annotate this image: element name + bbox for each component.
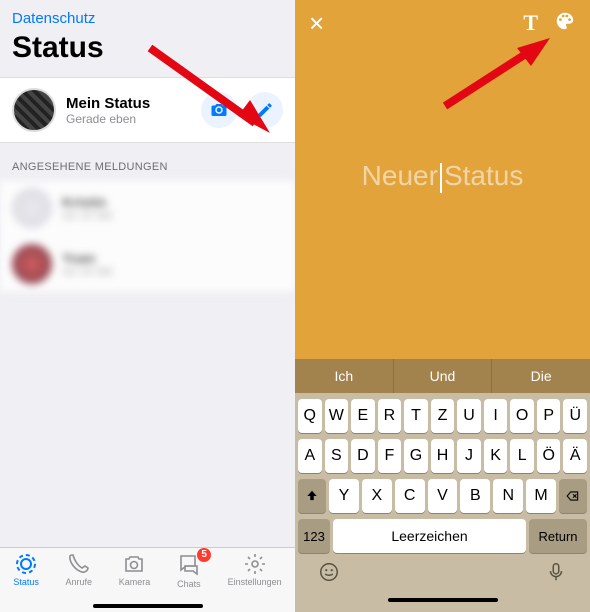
my-status-text: Mein Status Gerade eben — [66, 95, 150, 126]
text-cursor — [440, 163, 442, 193]
suggestion[interactable]: Und — [394, 359, 493, 393]
shift-icon — [305, 489, 319, 503]
avatar — [12, 88, 56, 132]
text-status-screen: × T NeuerStatus Ich Und Die QWERTZUIOPÜ … — [295, 0, 590, 612]
section-viewed: ANGESEHENE MELDUNGEN — [0, 143, 295, 179]
key-c[interactable]: C — [395, 479, 425, 513]
key-o[interactable]: O — [510, 399, 534, 433]
key-v[interactable]: V — [428, 479, 458, 513]
phone-icon — [67, 552, 91, 576]
key-z[interactable]: Z — [431, 399, 455, 433]
pencil-icon — [256, 101, 274, 119]
camera-status-button[interactable] — [201, 92, 237, 128]
chats-badge: 5 — [197, 548, 211, 562]
list-item[interactable]: Yuanvor 23 Std — [0, 236, 295, 292]
list-item[interactable]: Kristinvor 15 Std — [0, 180, 295, 236]
return-key[interactable]: Return — [529, 519, 587, 553]
key-b[interactable]: B — [460, 479, 490, 513]
tab-settings[interactable]: Einstellungen — [228, 552, 282, 587]
pencil-status-button[interactable] — [247, 92, 283, 128]
tab-bar: Status Anrufe Kamera 5 Chats Einstellung… — [0, 547, 295, 612]
key-j[interactable]: J — [457, 439, 481, 473]
status-text-input[interactable]: NeuerStatus — [295, 160, 590, 193]
key-x[interactable]: X — [362, 479, 392, 513]
key-r[interactable]: R — [378, 399, 402, 433]
key-u[interactable]: U — [457, 399, 481, 433]
annotation-arrow — [435, 36, 565, 116]
palette-icon — [554, 10, 576, 32]
viewed-list: Kristinvor 15 Std Yuanvor 23 Std — [0, 179, 295, 293]
my-status-subtitle: Gerade eben — [66, 112, 150, 126]
key-ä[interactable]: Ä — [563, 439, 587, 473]
key-h[interactable]: H — [431, 439, 455, 473]
mic-icon — [545, 561, 567, 583]
font-button[interactable]: T — [523, 10, 538, 36]
color-palette-button[interactable] — [554, 10, 576, 37]
key-ö[interactable]: Ö — [537, 439, 561, 473]
emoji-key[interactable] — [318, 561, 340, 588]
key-w[interactable]: W — [325, 399, 349, 433]
key-m[interactable]: M — [526, 479, 556, 513]
key-l[interactable]: L — [510, 439, 534, 473]
tab-calls[interactable]: Anrufe — [66, 552, 93, 587]
key-y[interactable]: Y — [329, 479, 359, 513]
shift-key[interactable] — [298, 479, 326, 513]
camera-tab-icon — [122, 552, 146, 576]
key-i[interactable]: I — [484, 399, 508, 433]
space-key[interactable]: Leerzeichen — [333, 519, 526, 553]
key-t[interactable]: T — [404, 399, 428, 433]
key-e[interactable]: E — [351, 399, 375, 433]
key-ü[interactable]: Ü — [563, 399, 587, 433]
my-status-row[interactable]: Mein Status Gerade eben — [0, 77, 295, 143]
emoji-icon — [318, 561, 340, 583]
my-status-title: Mein Status — [66, 95, 150, 112]
close-button[interactable]: × — [309, 10, 324, 36]
tab-camera[interactable]: Kamera — [119, 552, 151, 587]
camera-icon — [210, 101, 228, 119]
contact-avatar — [12, 244, 52, 284]
key-g[interactable]: G — [404, 439, 428, 473]
status-screen: Datenschutz Status Mein Status Gerade eb… — [0, 0, 295, 612]
keyboard: Ich Und Die QWERTZUIOPÜ ASDFGHJKLÖÄ YXCV… — [295, 359, 590, 612]
suggestion[interactable]: Ich — [295, 359, 394, 393]
key-a[interactable]: A — [298, 439, 322, 473]
suggestion[interactable]: Die — [492, 359, 590, 393]
home-indicator[interactable] — [388, 598, 498, 602]
contact-avatar — [12, 188, 52, 228]
home-indicator[interactable] — [93, 604, 203, 608]
backspace-icon — [565, 489, 581, 503]
key-d[interactable]: D — [351, 439, 375, 473]
status-icon — [14, 552, 38, 576]
key-s[interactable]: S — [325, 439, 349, 473]
numbers-key[interactable]: 123 — [298, 519, 330, 553]
key-k[interactable]: K — [484, 439, 508, 473]
tab-chats[interactable]: 5 Chats — [177, 552, 201, 589]
privacy-link[interactable]: Datenschutz — [0, 0, 295, 27]
suggestion-bar: Ich Und Die — [295, 359, 590, 393]
tab-status[interactable]: Status — [13, 552, 39, 587]
key-f[interactable]: F — [378, 439, 402, 473]
key-p[interactable]: P — [537, 399, 561, 433]
dictation-key[interactable] — [545, 561, 567, 588]
page-title: Status — [0, 27, 295, 77]
gear-icon — [243, 552, 267, 576]
key-n[interactable]: N — [493, 479, 523, 513]
backspace-key[interactable] — [559, 479, 587, 513]
key-q[interactable]: Q — [298, 399, 322, 433]
